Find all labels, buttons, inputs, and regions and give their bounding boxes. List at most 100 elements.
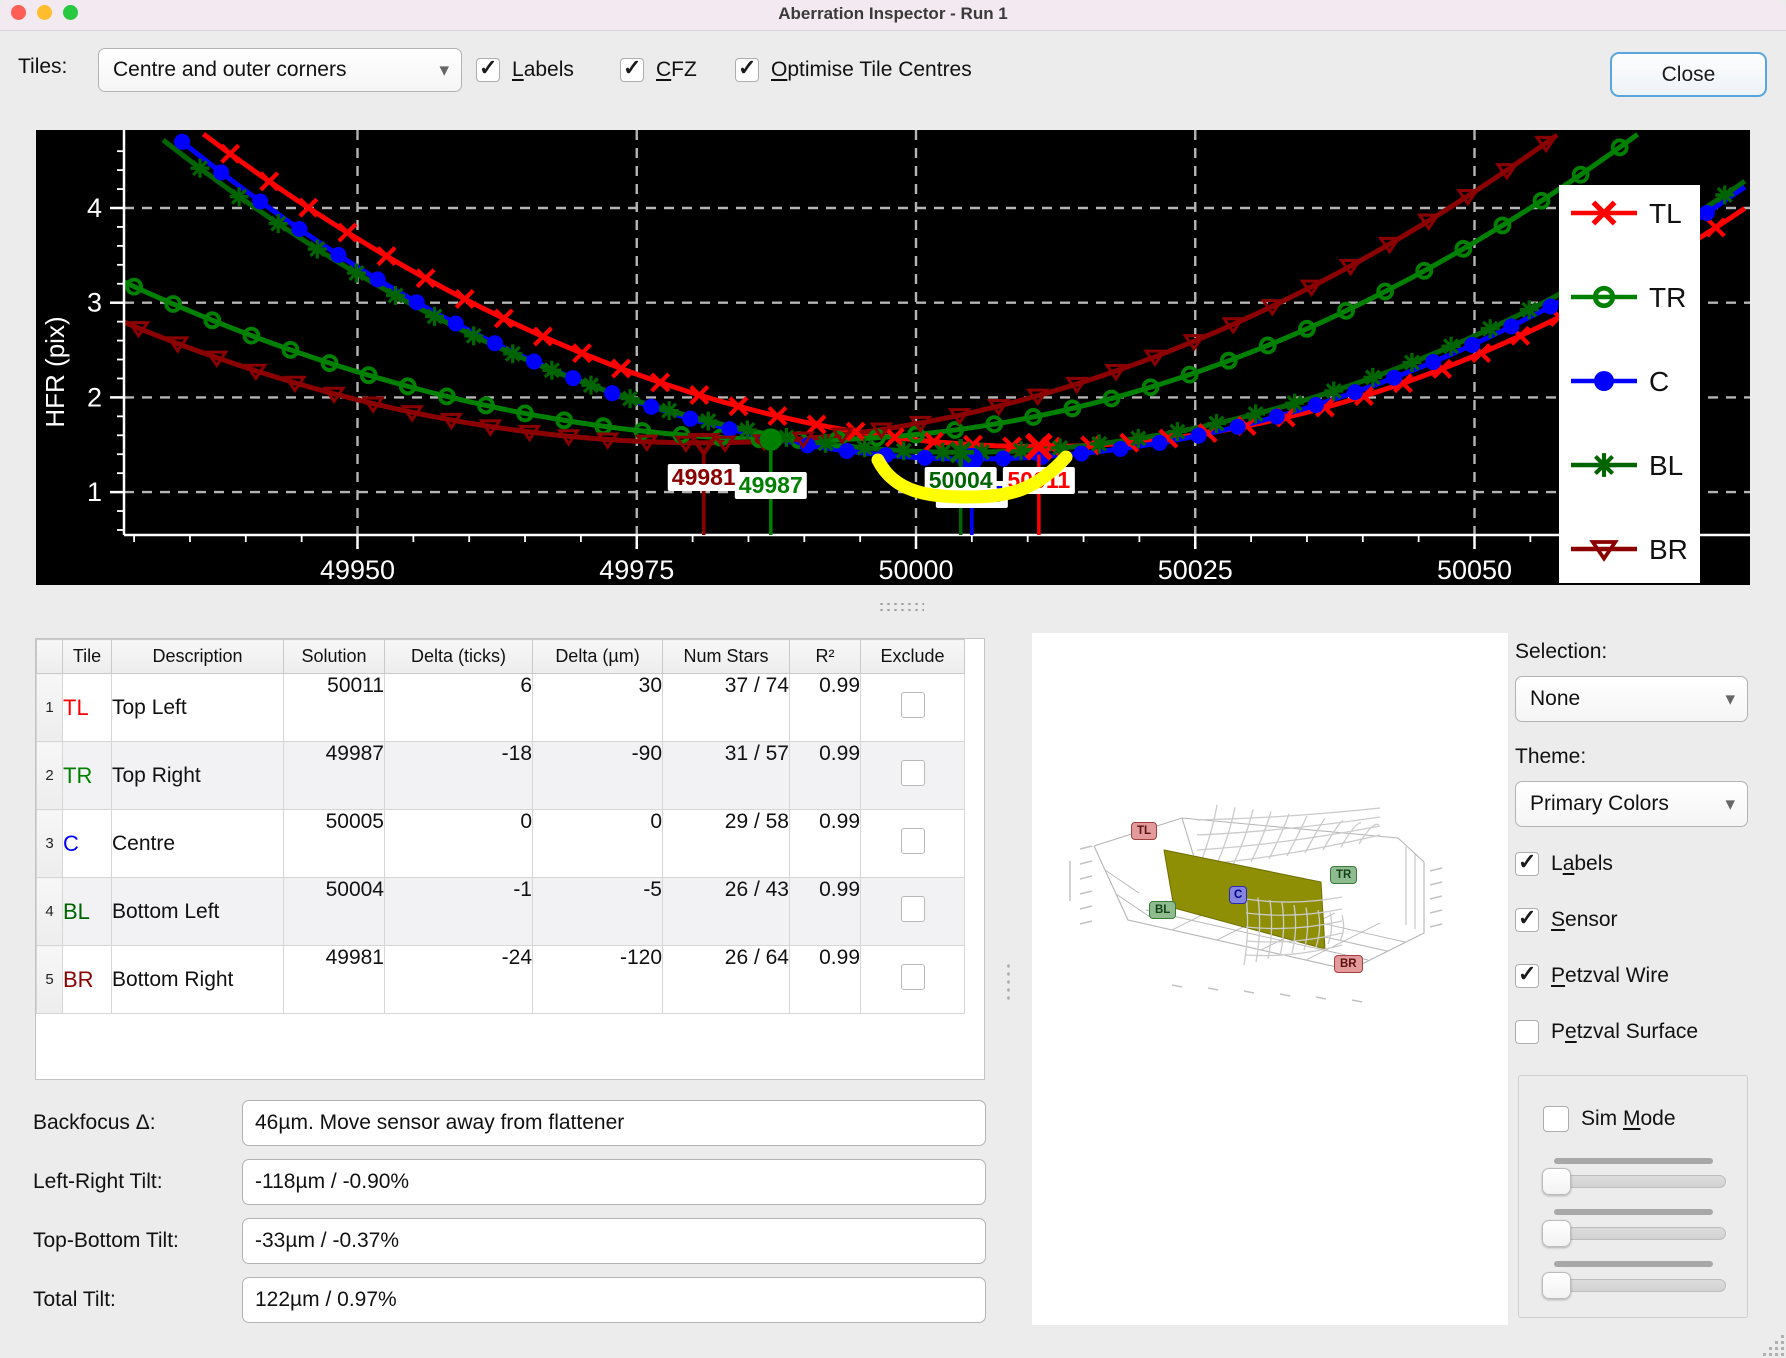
sim-slider-1-track[interactable] — [1545, 1175, 1726, 1188]
backfocus-field[interactable]: 46µm. Move sensor away from flattener — [242, 1100, 986, 1146]
exclude-checkbox[interactable] — [901, 760, 925, 786]
delta-ticks-value: 0 — [385, 810, 533, 878]
column-header-tile[interactable]: Tile — [63, 640, 112, 674]
petzval-wire-checkbox[interactable]: Petzval Wire — [1515, 964, 1669, 988]
labels-checkbox[interactable]: Labels — [476, 58, 574, 82]
left-right-tilt-row: Left-Right Tilt:-118µm / -0.90% — [33, 1159, 986, 1205]
r-squared-value: 0.99 — [790, 946, 861, 1014]
exclude-checkbox[interactable] — [901, 896, 925, 922]
titlebar: Aberration Inspector - Run 1 — [0, 0, 1786, 31]
theme-dropdown[interactable]: Primary Colors ▾ — [1515, 781, 1748, 827]
exclude-checkbox[interactable] — [901, 964, 925, 990]
checkbox-box[interactable] — [620, 58, 644, 82]
num-stars-value: 26 / 43 — [663, 878, 790, 946]
delta-um-value: 30 — [533, 674, 663, 742]
exclude-checkbox[interactable] — [901, 692, 925, 718]
top-bottom-tilt-label: Top-Bottom Tilt: — [33, 1218, 233, 1264]
column-header-delta-m-[interactable]: Delta (µm) — [533, 640, 663, 674]
selection-dropdown[interactable]: None ▾ — [1515, 676, 1748, 722]
column-header-exclude[interactable]: Exclude — [861, 640, 965, 674]
sim-slider-3-handle[interactable] — [1542, 1272, 1571, 1299]
vertical-splitter-handle[interactable] — [1005, 962, 1014, 1004]
tiles-dropdown[interactable]: Centre and outer corners ▾ — [98, 48, 462, 92]
solution-value: 49987 — [284, 742, 385, 810]
delta-um-value: -90 — [533, 742, 663, 810]
labels-checkbox-label: Labels — [512, 58, 574, 82]
chevron-down-icon: ▾ — [1725, 793, 1747, 816]
column-header-description[interactable]: Description — [112, 640, 284, 674]
tile-code: TR — [63, 742, 112, 810]
backfocus-row: Backfocus Δ:46µm. Move sensor away from … — [33, 1100, 986, 1146]
column-header-solution[interactable]: Solution — [284, 640, 385, 674]
solution-value: 50004 — [284, 878, 385, 946]
tile-code: BL — [63, 878, 112, 946]
top-bottom-tilt-field[interactable]: -33µm / -0.37% — [242, 1218, 986, 1264]
checkbox-box[interactable] — [1515, 908, 1539, 932]
svg-text:50000: 50000 — [878, 555, 953, 585]
tile-code: TL — [63, 674, 112, 742]
tiles-table-container: TileDescriptionSolutionDelta (ticks)Delt… — [35, 638, 985, 1080]
tile-code: C — [63, 810, 112, 878]
delta-um-value: 0 — [533, 810, 663, 878]
chart-legend — [1559, 185, 1700, 583]
row-number: 3 — [37, 810, 63, 878]
table-corner-cell — [37, 640, 63, 674]
checkbox-box[interactable] — [1515, 964, 1539, 988]
checkbox-box[interactable] — [1543, 1106, 1569, 1132]
resize-grip[interactable] — [1762, 1336, 1784, 1356]
column-header-delta-ticks-[interactable]: Delta (ticks) — [385, 640, 533, 674]
svg-text:49987: 49987 — [739, 472, 803, 498]
checkbox-box[interactable] — [1515, 1020, 1539, 1044]
delta-ticks-value: -18 — [385, 742, 533, 810]
corner-badge-tr: TR — [1330, 866, 1357, 884]
delta-um-value: -120 — [533, 946, 663, 1014]
delta-ticks-value: 6 — [385, 674, 533, 742]
column-header-num-stars[interactable]: Num Stars — [663, 640, 790, 674]
left-right-tilt-field[interactable]: -118µm / -0.90% — [242, 1159, 986, 1205]
svg-text:1: 1 — [87, 477, 102, 507]
sim-slider-3-track[interactable] — [1545, 1279, 1726, 1292]
selection-dropdown-value: None — [1516, 687, 1725, 711]
cfz-checkbox[interactable]: CFZ — [620, 58, 697, 82]
total-tilt-field[interactable]: 122µm / 0.97% — [242, 1277, 986, 1323]
exclude-checkbox[interactable] — [901, 828, 925, 854]
r-squared-value: 0.99 — [790, 810, 861, 878]
table-row[interactable]: 2TRTop Right49987-18-9031 / 570.99 — [37, 742, 965, 810]
toolbar: Tiles: Centre and outer corners ▾ Labels… — [0, 31, 1786, 126]
corner-badge-tl: TL — [1131, 822, 1157, 840]
checkbox-box[interactable] — [476, 58, 500, 82]
table-row[interactable]: 5BRBottom Right49981-24-12026 / 640.99 — [37, 946, 965, 1014]
top-bottom-tilt-row: Top-Bottom Tilt:-33µm / -0.37% — [33, 1218, 986, 1264]
sensor-3d-view[interactable]: TLTRBLBRC — [1032, 633, 1508, 1325]
sensor-label: Sensor — [1551, 908, 1618, 932]
sim-slider-1-handle[interactable] — [1542, 1168, 1571, 1195]
solution-value: 50005 — [284, 810, 385, 878]
r-squared-value: 0.99 — [790, 742, 861, 810]
sim-mode-checkbox[interactable]: Sim Mode — [1543, 1106, 1676, 1132]
checkbox-box[interactable] — [1515, 852, 1539, 876]
petzval-surface-checkbox[interactable]: Petzval Surface — [1515, 1020, 1698, 1044]
table-row[interactable]: 1TLTop Left5001163037 / 740.99 — [37, 674, 965, 742]
close-button[interactable]: Close — [1610, 52, 1767, 97]
row-number: 5 — [37, 946, 63, 1014]
left-right-tilt-label: Left-Right Tilt: — [33, 1159, 233, 1205]
sensor-checkbox[interactable]: Sensor — [1515, 908, 1618, 932]
num-stars-value: 37 / 74 — [663, 674, 790, 742]
checkbox-box[interactable] — [735, 58, 759, 82]
sim-slider-2-handle[interactable] — [1542, 1220, 1571, 1247]
horizontal-splitter-handle[interactable] — [878, 601, 924, 614]
corner-badge-c: C — [1229, 886, 1247, 904]
num-stars-value: 26 / 64 — [663, 946, 790, 1014]
cfz-checkbox-label: CFZ — [656, 58, 697, 82]
svg-text:TL: TL — [1649, 198, 1682, 229]
optimise-tile-centres-checkbox[interactable]: Optimise Tile Centres — [735, 58, 972, 82]
svg-text:BR: BR — [1649, 534, 1688, 565]
table-row[interactable]: 4BLBottom Left50004-1-526 / 430.99 — [37, 878, 965, 946]
labels-3d-checkbox[interactable]: Labels — [1515, 852, 1613, 876]
sim-slider-2-track[interactable] — [1545, 1227, 1726, 1240]
sensor-3d-svg — [1032, 633, 1508, 1325]
table-row[interactable]: 3CCentre500050029 / 580.99 — [37, 810, 965, 878]
column-header-r-[interactable]: R² — [790, 640, 861, 674]
svg-text:HFR (pix): HFR (pix) — [40, 316, 70, 427]
total-tilt-label: Total Tilt: — [33, 1277, 233, 1323]
